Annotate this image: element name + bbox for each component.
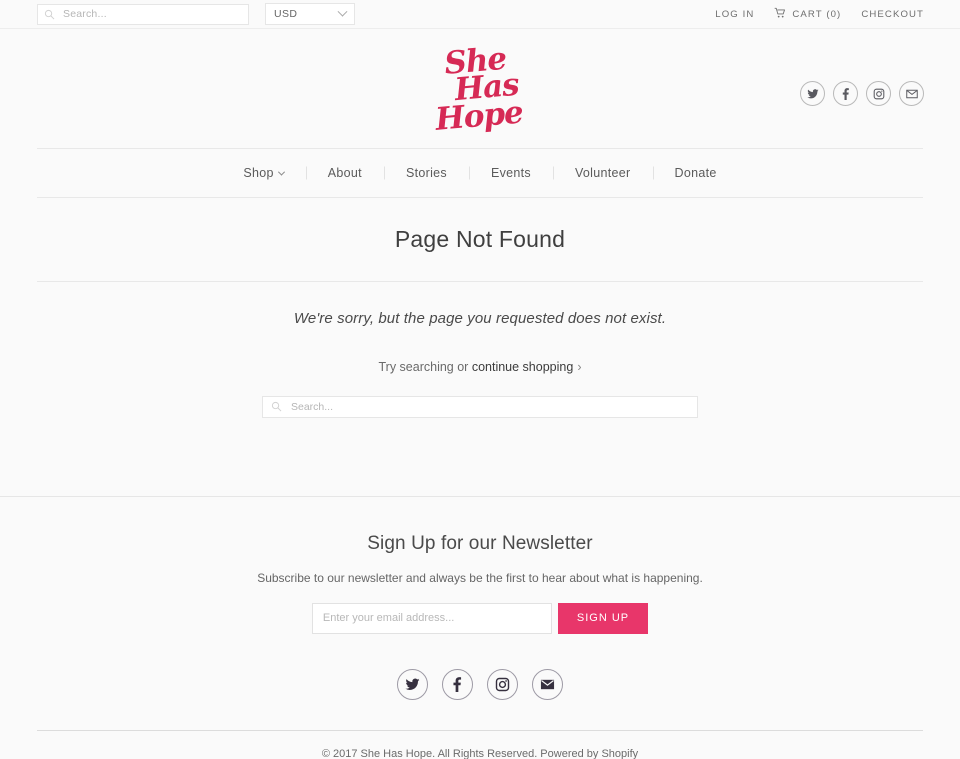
nav-label-shop: Shop [243, 166, 274, 180]
cart-link[interactable]: CART (0) [774, 7, 841, 22]
page-search-input[interactable] [289, 399, 689, 414]
nav-label-volunteer: Volunteer [574, 166, 631, 180]
header-social-links [800, 81, 924, 106]
try-searching-line: Try searching or continue shopping › [0, 360, 960, 374]
email-icon[interactable] [899, 81, 924, 106]
chevron-down-icon [337, 6, 348, 17]
newsletter-signup-button[interactable]: SIGN UP [557, 602, 649, 634]
newsletter-email-input[interactable] [311, 602, 552, 634]
search-icon [271, 401, 282, 412]
page-search[interactable] [262, 395, 698, 418]
nav-label-stories: Stories [405, 166, 447, 180]
newsletter-subtitle: Subscribe to our newsletter and always b… [257, 570, 703, 585]
nav-item-shop[interactable]: Shop [221, 166, 305, 180]
footer-divider [37, 729, 923, 731]
main-content: We're sorry, but the page you requested … [0, 281, 960, 496]
chevron-down-icon [277, 168, 285, 176]
utility-links: LOG IN CART (0) CHECKOUT [715, 7, 924, 22]
email-icon[interactable] [532, 668, 563, 700]
nav-item-stories[interactable]: Stories [384, 166, 469, 180]
instagram-icon[interactable] [487, 668, 518, 700]
nav-label-events: Events [490, 166, 531, 180]
try-prefix: Try searching or [378, 359, 472, 374]
newsletter-form: SIGN UP [0, 602, 960, 634]
cart-label: CART (0) [792, 8, 842, 20]
error-message: We're sorry, but the page you requested … [293, 309, 667, 327]
chevron-right-icon: › [577, 359, 582, 374]
page-title: Page Not Found [394, 225, 566, 252]
facebook-icon[interactable] [833, 81, 858, 106]
nav-item-about[interactable]: About [306, 166, 384, 180]
nav-item-events[interactable]: Events [469, 166, 553, 180]
nav-item-donate[interactable]: Donate [653, 166, 739, 180]
continue-shopping-link[interactable]: continue shopping [472, 360, 573, 374]
logo-line-3: Hope [434, 93, 525, 138]
newsletter-title: Sign Up for our Newsletter [367, 532, 593, 554]
facebook-icon[interactable] [442, 668, 473, 700]
instagram-icon[interactable] [866, 81, 891, 106]
main-navigation: Shop About Stories Events Volunteer Dona… [0, 149, 960, 197]
logo-band: She Has Hope [0, 29, 960, 148]
twitter-icon[interactable] [397, 668, 428, 700]
footer-social-links [0, 668, 960, 700]
newsletter-section: Sign Up for our Newsletter Subscribe to … [0, 495, 960, 759]
nav-label-about: About [327, 166, 362, 180]
currency-value: USD [274, 8, 298, 20]
shopping-cart-icon [774, 7, 786, 22]
nav-item-volunteer[interactable]: Volunteer [553, 166, 653, 180]
header-search[interactable] [37, 3, 249, 25]
divider-below-nav [37, 197, 923, 198]
copyright-text: © 2017 She Has Hope. All Rights Reserved… [321, 747, 639, 759]
search-input[interactable] [61, 7, 242, 21]
login-link[interactable]: LOG IN [715, 9, 754, 20]
nav-label-donate: Donate [674, 166, 717, 180]
utility-bar: USD LOG IN CART (0) CHECKOUT [0, 0, 960, 29]
checkout-link[interactable]: CHECKOUT [861, 9, 924, 20]
twitter-icon[interactable] [800, 81, 825, 106]
currency-selector[interactable]: USD [265, 3, 355, 25]
site-logo[interactable]: She Has Hope [434, 40, 525, 138]
search-icon [44, 9, 55, 20]
